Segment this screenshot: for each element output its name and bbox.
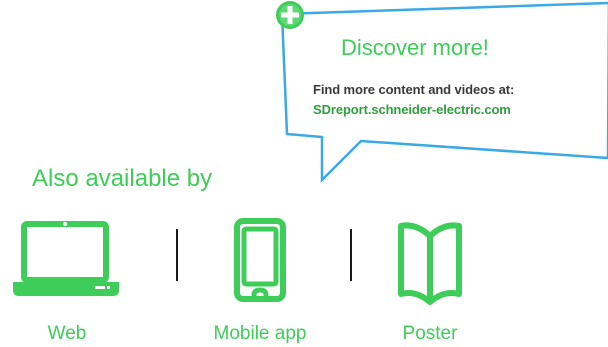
- channel-poster[interactable]: Poster: [350, 216, 510, 346]
- plus-circle-icon[interactable]: [275, 0, 305, 30]
- callout-title: Discover more!: [341, 35, 489, 60]
- report-website-link[interactable]: SDreport.schneider-electric.com: [313, 102, 511, 117]
- callout-description: Find more content and videos at:: [313, 82, 515, 97]
- mobile-phone-icon: [234, 218, 286, 302]
- discover-callout: Discover more! Find more content and vid…: [275, 0, 608, 185]
- also-available-heading: Also available by: [32, 165, 213, 192]
- channel-web[interactable]: Web: [0, 216, 147, 346]
- discover-more-panel: Discover more! Find more content and vid…: [0, 0, 608, 347]
- channel-mobile-app[interactable]: Mobile app: [180, 216, 340, 346]
- channel-label-mobile-app: Mobile app: [213, 323, 307, 344]
- channel-divider: [176, 229, 178, 281]
- channel-label-web: Web: [47, 323, 87, 344]
- laptop-icon: [13, 221, 119, 296]
- channel-label-poster: Poster: [402, 323, 458, 344]
- open-book-icon: [398, 222, 462, 305]
